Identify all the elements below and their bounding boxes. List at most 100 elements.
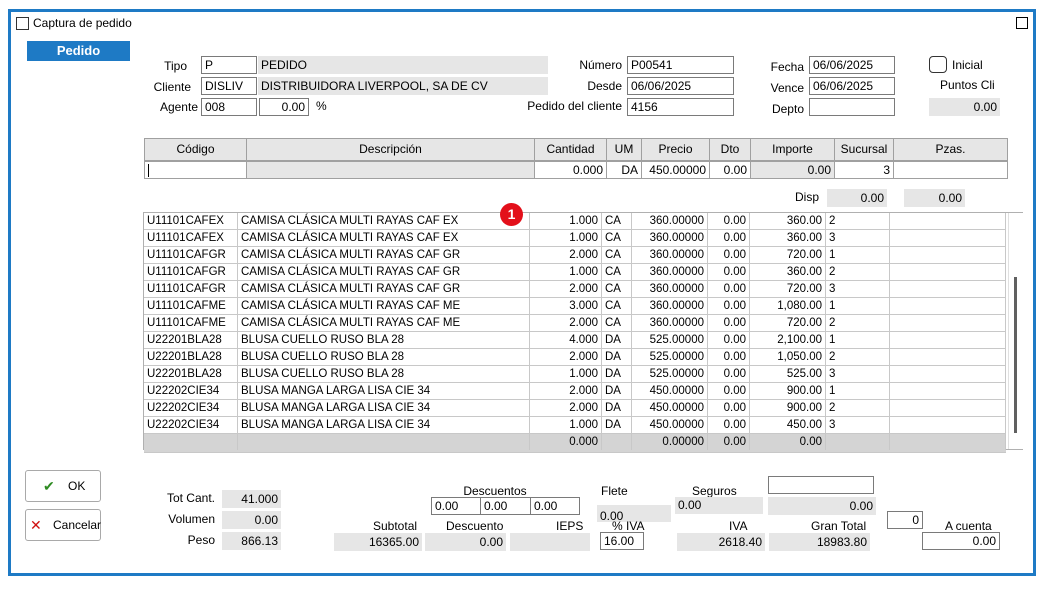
cell-pzas	[890, 366, 1006, 382]
entry-dto-input[interactable]: 0.00	[709, 161, 751, 179]
cell-cant: 2.000	[530, 383, 602, 399]
col-importe: Importe	[750, 138, 835, 161]
cell-precio: 525.00000	[632, 349, 708, 365]
table-row[interactable]: U22201BLA28 BLUSA CUELLO RUSO BLA 28 1.000…	[144, 366, 1006, 383]
seguros-label: Seguros	[692, 484, 737, 498]
desde-label: Desde	[587, 79, 622, 93]
entry-codigo-input[interactable]	[144, 161, 247, 179]
cell-precio: 360.00000	[632, 247, 708, 263]
cell-cant: 4.000	[530, 332, 602, 348]
cancel-label: Cancelar	[53, 518, 102, 532]
tipo-label: Tipo	[164, 59, 187, 73]
cell-importe: 360.00	[750, 264, 826, 280]
ok-label: OK	[68, 479, 86, 493]
ok-button[interactable]: ✔ OK	[25, 470, 101, 502]
peso-value: 866.13	[222, 532, 281, 550]
cell-dto: 0.00	[708, 213, 750, 229]
cell-um: CA	[602, 247, 632, 263]
pct-iva-field[interactable]: 16.00	[600, 532, 644, 550]
lines-grid[interactable]: U11101CAFEX CAMISA CLÁSICA MULTI RAYAS CA…	[143, 212, 1023, 453]
cell-desc: CAMISA CLÁSICA MULTI RAYAS CAF EX	[238, 230, 530, 246]
window-menu-checkbox[interactable]	[16, 17, 29, 30]
cell-precio: 0.00000	[632, 434, 708, 450]
depto-field[interactable]	[809, 98, 895, 116]
cancel-button[interactable]: ✕ Cancelar	[25, 509, 101, 541]
gran-total-value: 18983.80	[769, 533, 870, 551]
vence-field[interactable]: 06/06/2025	[809, 77, 895, 95]
inicial-checkbox[interactable]	[929, 56, 947, 73]
table-row[interactable]: U11101CAFME CAMISA CLÁSICA MULTI RAYAS CA…	[144, 298, 1006, 315]
table-row[interactable]: U11101CAFGR CAMISA CLÁSICA MULTI RAYAS CA…	[144, 247, 1006, 264]
agente-code-field[interactable]: 008	[201, 98, 257, 116]
cell-desc: CAMISA CLÁSICA MULTI RAYAS CAF GR	[238, 264, 530, 280]
tipo-code-field[interactable]: P	[201, 56, 257, 74]
table-row[interactable]: U22202CIE34 BLUSA MANGA LARGA LISA CIE 34…	[144, 383, 1006, 400]
cell-cant: 2.000	[530, 400, 602, 416]
extra-input[interactable]	[768, 476, 874, 494]
cell-suc: 2	[826, 315, 890, 331]
iva-label: IVA	[729, 519, 748, 533]
scrollbar-thumb[interactable]	[1014, 277, 1017, 433]
numero-field[interactable]: P00541	[627, 56, 734, 74]
cell-cant: 2.000	[530, 281, 602, 297]
cell-um: CA	[602, 298, 632, 314]
descuento-1-field[interactable]: 0.00	[431, 497, 481, 515]
gran-total-label: Gran Total	[811, 519, 867, 533]
cell-cant: 1.000	[530, 264, 602, 280]
cell-suc: 2	[826, 264, 890, 280]
table-row[interactable]: U11101CAFME CAMISA CLÁSICA MULTI RAYAS CA…	[144, 315, 1006, 332]
cell-pzas	[890, 400, 1006, 416]
table-row[interactable]: U22201BLA28 BLUSA CUELLO RUSO BLA 28 4.000…	[144, 332, 1006, 349]
pedido-cliente-label: Pedido del cliente	[527, 99, 622, 113]
cell-desc: CAMISA CLÁSICA MULTI RAYAS CAF GR	[238, 281, 530, 297]
vertical-scrollbar[interactable]	[1008, 213, 1023, 449]
maximize-icon[interactable]	[1016, 17, 1028, 29]
table-row[interactable]: U11101CAFEX CAMISA CLÁSICA MULTI RAYAS CA…	[144, 230, 1006, 247]
counter-field[interactable]: 0	[887, 511, 923, 529]
desde-field[interactable]: 06/06/2025	[627, 77, 734, 95]
cell-um: DA	[602, 366, 632, 382]
cliente-label: Cliente	[153, 80, 191, 94]
cell-cant: 1.000	[530, 230, 602, 246]
table-row[interactable]: U22201BLA28 BLUSA CUELLO RUSO BLA 28 2.000…	[144, 349, 1006, 366]
cell-um: DA	[602, 400, 632, 416]
table-row[interactable]: U11101CAFGR CAMISA CLÁSICA MULTI RAYAS CA…	[144, 264, 1006, 281]
cliente-code-field[interactable]: DISLIV	[201, 77, 257, 95]
entry-cantidad-input[interactable]: 0.000	[534, 161, 607, 179]
agente-pct-field[interactable]: 0.00	[259, 98, 309, 116]
annotation-badge: 1	[500, 203, 523, 226]
entry-pzas-input[interactable]	[893, 161, 1008, 179]
entry-sucursal-input[interactable]: 3	[834, 161, 894, 179]
a-cuenta-field[interactable]: 0.00	[922, 532, 1000, 550]
cell-cant: 1.000	[530, 417, 602, 433]
cell-codigo	[144, 434, 238, 450]
tipo-desc: PEDIDO	[258, 56, 548, 74]
table-row[interactable]: U22202CIE34 BLUSA MANGA LARGA LISA CIE 34…	[144, 417, 1006, 434]
cell-precio: 360.00000	[632, 298, 708, 314]
table-row[interactable]: U22202CIE34 BLUSA MANGA LARGA LISA CIE 34…	[144, 400, 1006, 417]
descuento-2-field[interactable]: 0.00	[480, 497, 531, 515]
cell-desc: CAMISA CLÁSICA MULTI RAYAS CAF GR	[238, 247, 530, 263]
cell-pzas	[890, 281, 1006, 297]
entry-importe: 0.00	[750, 161, 835, 179]
descuento-3-field[interactable]: 0.00	[530, 497, 580, 515]
entry-um-input[interactable]: DA	[606, 161, 642, 179]
cell-dto: 0.00	[708, 247, 750, 263]
subtotal-label: Subtotal	[373, 519, 418, 533]
cell-desc: BLUSA MANGA LARGA LISA CIE 34	[238, 417, 530, 433]
table-row[interactable]: U11101CAFGR CAMISA CLÁSICA MULTI RAYAS CA…	[144, 281, 1006, 298]
entry-precio-input[interactable]: 450.00000	[641, 161, 710, 179]
puntos-value: 0.00	[929, 98, 1000, 116]
cell-importe: 2,100.00	[750, 332, 826, 348]
fecha-field[interactable]: 06/06/2025	[809, 56, 895, 74]
cell-um	[602, 434, 632, 450]
cell-precio: 360.00000	[632, 264, 708, 280]
tab-pedido[interactable]: Pedido	[27, 41, 130, 61]
pedido-cliente-field[interactable]: 4156	[627, 98, 734, 116]
table-row[interactable]: U11101CAFEX CAMISA CLÁSICA MULTI RAYAS CA…	[144, 213, 1006, 230]
close-icon: ✕	[30, 517, 42, 533]
vence-label: Vence	[770, 81, 804, 95]
col-um: UM	[606, 138, 642, 161]
cell-cant: 2.000	[530, 247, 602, 263]
text-cursor	[148, 164, 149, 178]
